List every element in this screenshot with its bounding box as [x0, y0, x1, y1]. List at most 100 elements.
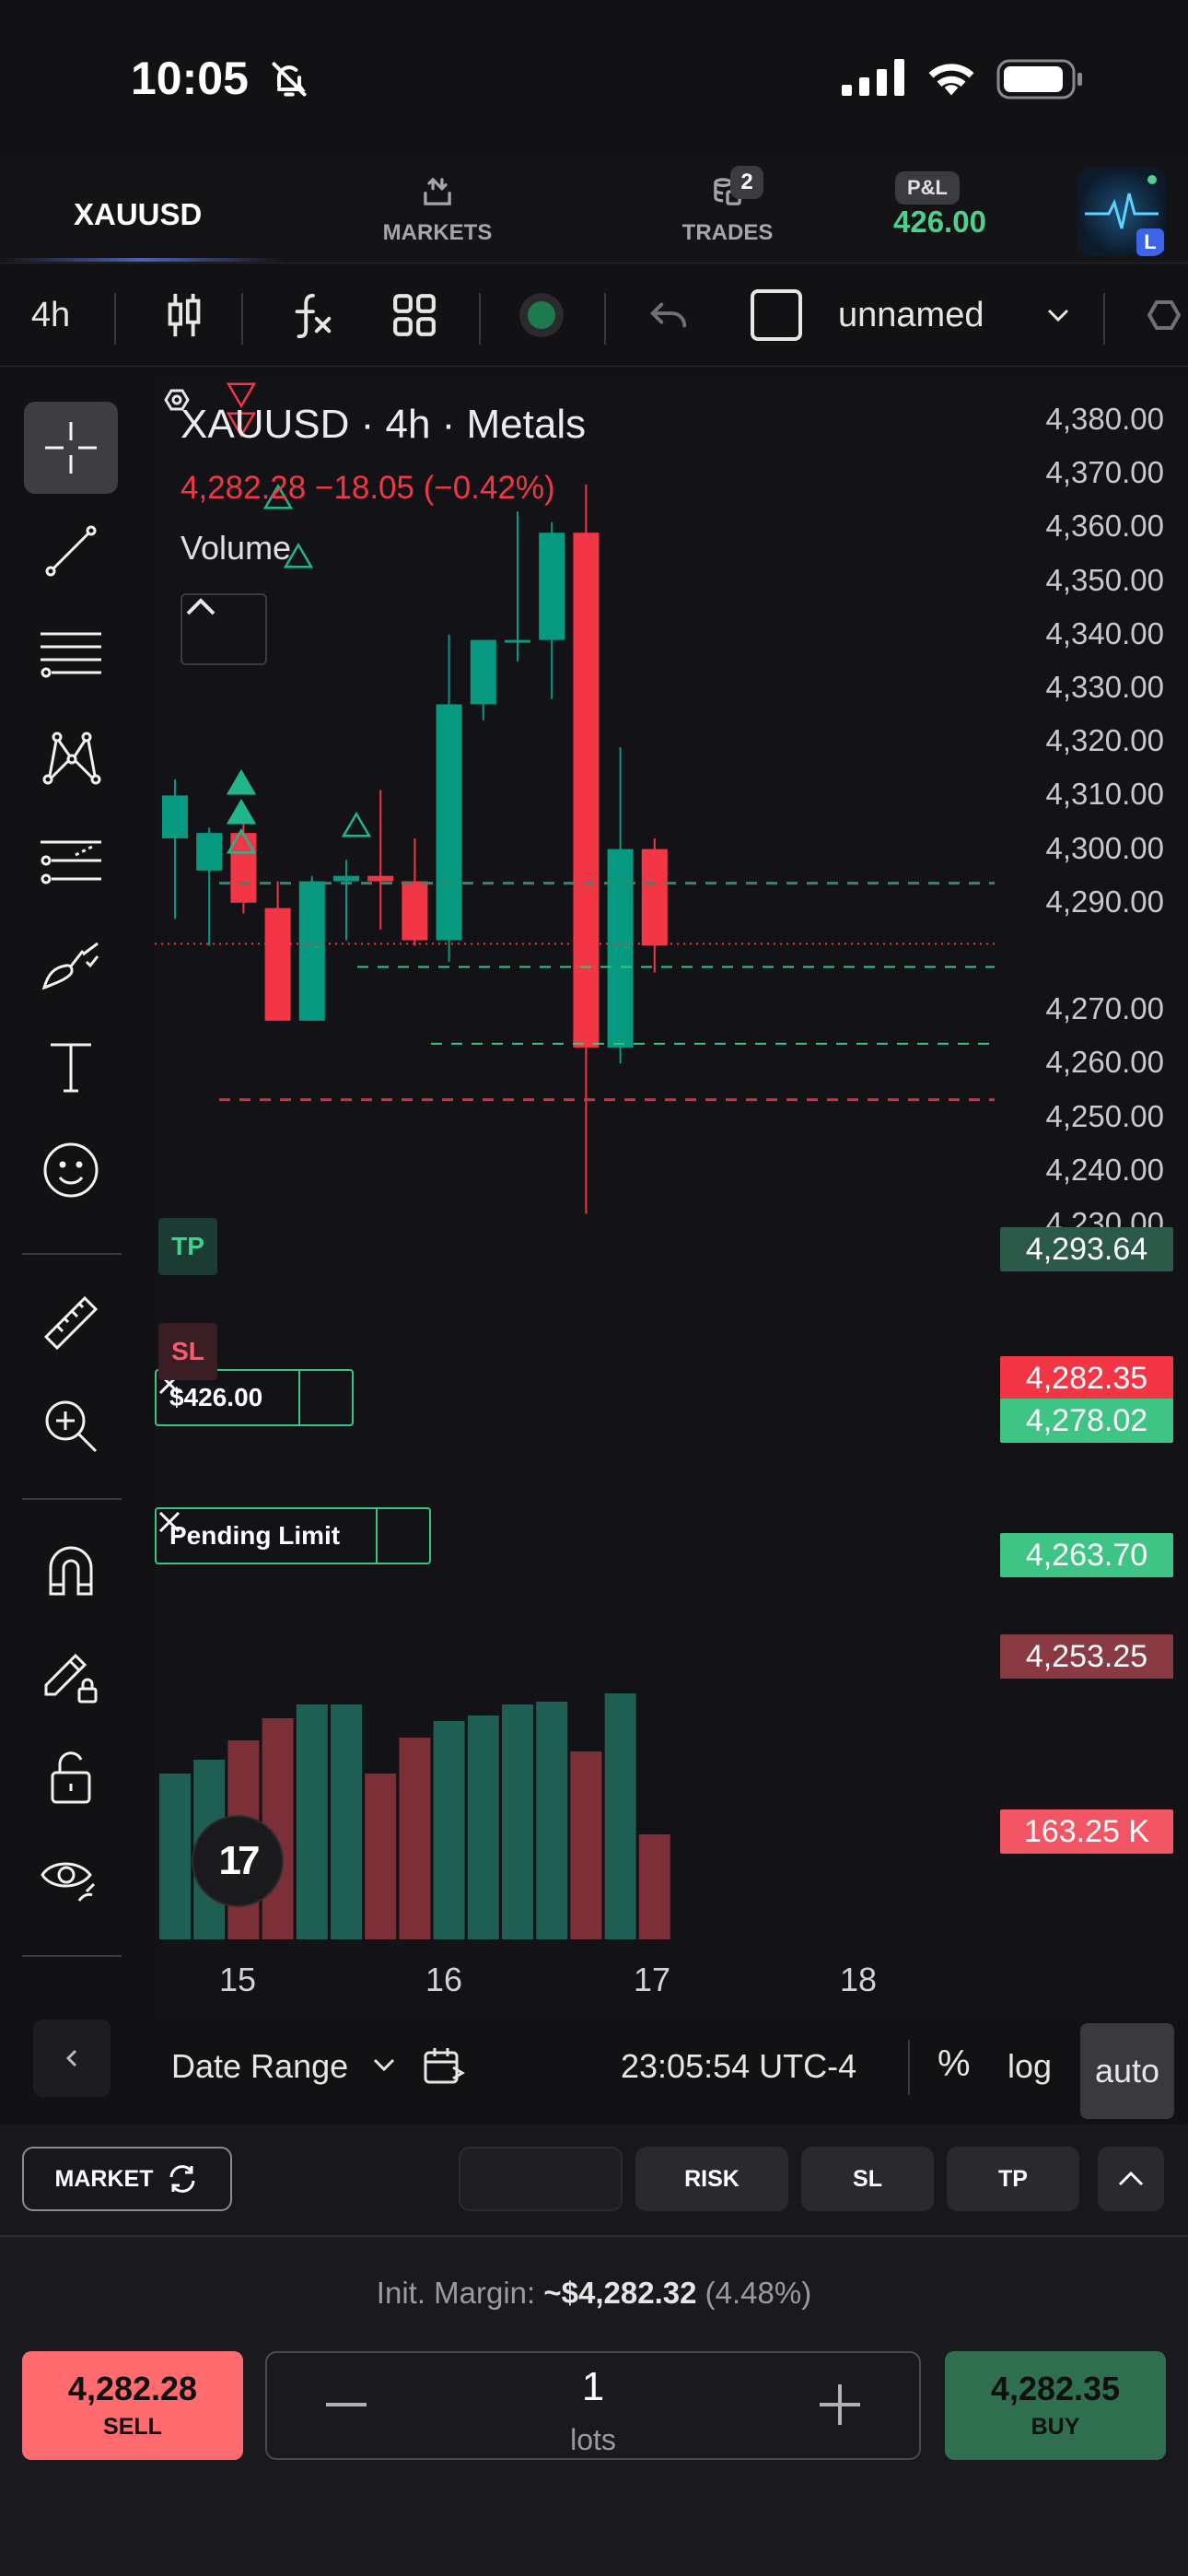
ruler-icon [43, 1295, 99, 1351]
bell-muted-icon [272, 62, 307, 97]
crosshair-tool[interactable] [24, 402, 118, 494]
candle-body [505, 639, 530, 643]
zoom-tool[interactable] [24, 1380, 118, 1472]
signal-icon [842, 59, 904, 96]
cancel-pending-button[interactable] [158, 1509, 429, 1563]
volume-bar [638, 1834, 670, 1939]
volume-bar [604, 1693, 636, 1939]
volume-bar [570, 1751, 602, 1939]
brush-tool[interactable] [24, 918, 118, 1010]
volume-indicator-label[interactable]: Volume [181, 529, 291, 568]
trades-count-badge: 2 [730, 166, 763, 199]
measure-tool[interactable] [24, 1277, 118, 1369]
tradingview-logo[interactable]: 17 [192, 1815, 284, 1907]
sell-button[interactable]: 4,282.28 SELL [22, 2351, 243, 2460]
trades-button[interactable]: TRADES [663, 175, 792, 246]
visibility-tool[interactable] [24, 1833, 118, 1926]
sell-label: SELL [103, 2414, 162, 2440]
volume-bar [536, 1702, 568, 1939]
candle-body [641, 849, 668, 946]
percent-scale-toggle[interactable]: % [938, 2043, 971, 2085]
initial-margin: Init. Margin: ~$4,282.32 (4.48%) [0, 2276, 1188, 2311]
price-tick: 4,290.00 [1045, 884, 1164, 919]
tp-price-tag: 4,293.64 [1000, 1227, 1173, 1271]
price-chart[interactable]: XAUUSD · 4h · Metals 4,282.28 −18.05 (−0… [155, 378, 1188, 2018]
candle-body [573, 533, 600, 1048]
undo-button[interactable] [632, 263, 705, 367]
stop-loss-label[interactable]: SL [158, 1323, 217, 1380]
emoji-tool[interactable] [24, 1124, 118, 1216]
trend-line-tool[interactable] [24, 505, 118, 597]
log-scale-toggle[interactable]: log [1007, 2047, 1052, 2086]
chart-type-button[interactable] [147, 263, 221, 367]
sell-price: 4,282.28 [67, 2370, 198, 2407]
close-icon [158, 1511, 181, 1533]
buy-signal-marker [226, 768, 257, 795]
tab-symbol[interactable]: XAUUSD [74, 197, 202, 232]
chevron-down-icon[interactable] [1044, 304, 1072, 326]
lock-drawings-tool[interactable] [24, 1627, 118, 1719]
trend-line-icon [45, 525, 97, 577]
stop-loss-button[interactable]: SL [801, 2147, 934, 2211]
unlock-tool[interactable] [24, 1730, 118, 1822]
drawing-tools [0, 378, 147, 1962]
risk-button[interactable]: RISK [635, 2147, 788, 2211]
layout-name[interactable]: unnamed [838, 263, 1050, 367]
settings-gear-icon[interactable] [1136, 289, 1188, 341]
toolbar-divider [114, 293, 116, 345]
close-position-button[interactable] [158, 1371, 352, 1424]
collapse-legend-button[interactable] [181, 593, 267, 665]
market-status-button[interactable] [505, 263, 578, 367]
timezone-clock[interactable]: 23:05:54 UTC-4 [621, 2047, 856, 2086]
status-bar: 10:05 [0, 0, 1188, 157]
go-to-date-icon[interactable] [422, 2045, 466, 2090]
order-extra-option[interactable] [459, 2147, 623, 2211]
chevron-down-icon[interactable] [370, 2055, 398, 2075]
candle-body [607, 849, 634, 1048]
toolbar-divider [1103, 293, 1105, 345]
price-tick: 4,270.00 [1045, 991, 1164, 1026]
markets-button[interactable]: MARKETS [368, 175, 507, 246]
take-profit-label[interactable]: TP [158, 1218, 217, 1275]
plus-icon[interactable] [816, 2381, 864, 2429]
profile-avatar[interactable]: L [1077, 168, 1166, 256]
time-tick: 16 [425, 1961, 463, 1998]
undo-icon [650, 302, 687, 328]
order-type-button[interactable]: MARKET [22, 2147, 232, 2211]
price-tick: 4,340.00 [1045, 615, 1164, 650]
select-layout-checkbox[interactable] [744, 263, 809, 367]
volume-bar [502, 1704, 533, 1939]
time-tick: 15 [219, 1961, 257, 1998]
collapse-tools-button[interactable] [33, 2020, 111, 2097]
price-tick: 4,260.00 [1045, 1045, 1164, 1080]
eye-icon [41, 1862, 96, 1902]
auto-scale-toggle[interactable]: auto [1080, 2023, 1174, 2119]
candles-icon [168, 293, 201, 337]
interval-button[interactable]: 4h [18, 263, 83, 367]
magnet-tool[interactable] [24, 1524, 118, 1616]
margin-label: Init. Margin: [376, 2276, 536, 2310]
layouts-button[interactable] [378, 263, 451, 367]
pending-order-label[interactable]: Pending Limit [155, 1507, 431, 1564]
price-tick: 4,310.00 [1045, 777, 1164, 812]
status-dot-icon [519, 293, 564, 337]
chart-canvas[interactable] [155, 378, 1188, 2018]
tools-divider [22, 1955, 122, 1957]
chart-legend-price: 4,282.28 −18.05 (−0.42%) [181, 470, 555, 506]
position-price-tag: 4,278.02 [1000, 1399, 1173, 1443]
text-tool[interactable] [24, 1021, 118, 1113]
fib-retracement-tool[interactable] [24, 608, 118, 700]
buy-button[interactable]: 4,282.35 BUY [945, 2351, 1166, 2460]
pnl-value[interactable]: 426.00 [893, 205, 986, 240]
take-profit-button[interactable]: TP [947, 2147, 1079, 2211]
forecast-tool[interactable] [24, 814, 118, 907]
pattern-tool[interactable] [24, 711, 118, 803]
toolbar-divider [241, 293, 243, 345]
date-range-button[interactable]: Date Range [171, 2047, 348, 2086]
volume-bar [296, 1704, 328, 1939]
time-tick: 17 [634, 1961, 671, 1998]
indicators-button[interactable] [274, 263, 348, 367]
chart-settings-icon[interactable] [155, 378, 199, 422]
expand-order-panel-button[interactable] [1098, 2147, 1164, 2211]
lots-stepper[interactable]: 1 lots [265, 2351, 921, 2460]
